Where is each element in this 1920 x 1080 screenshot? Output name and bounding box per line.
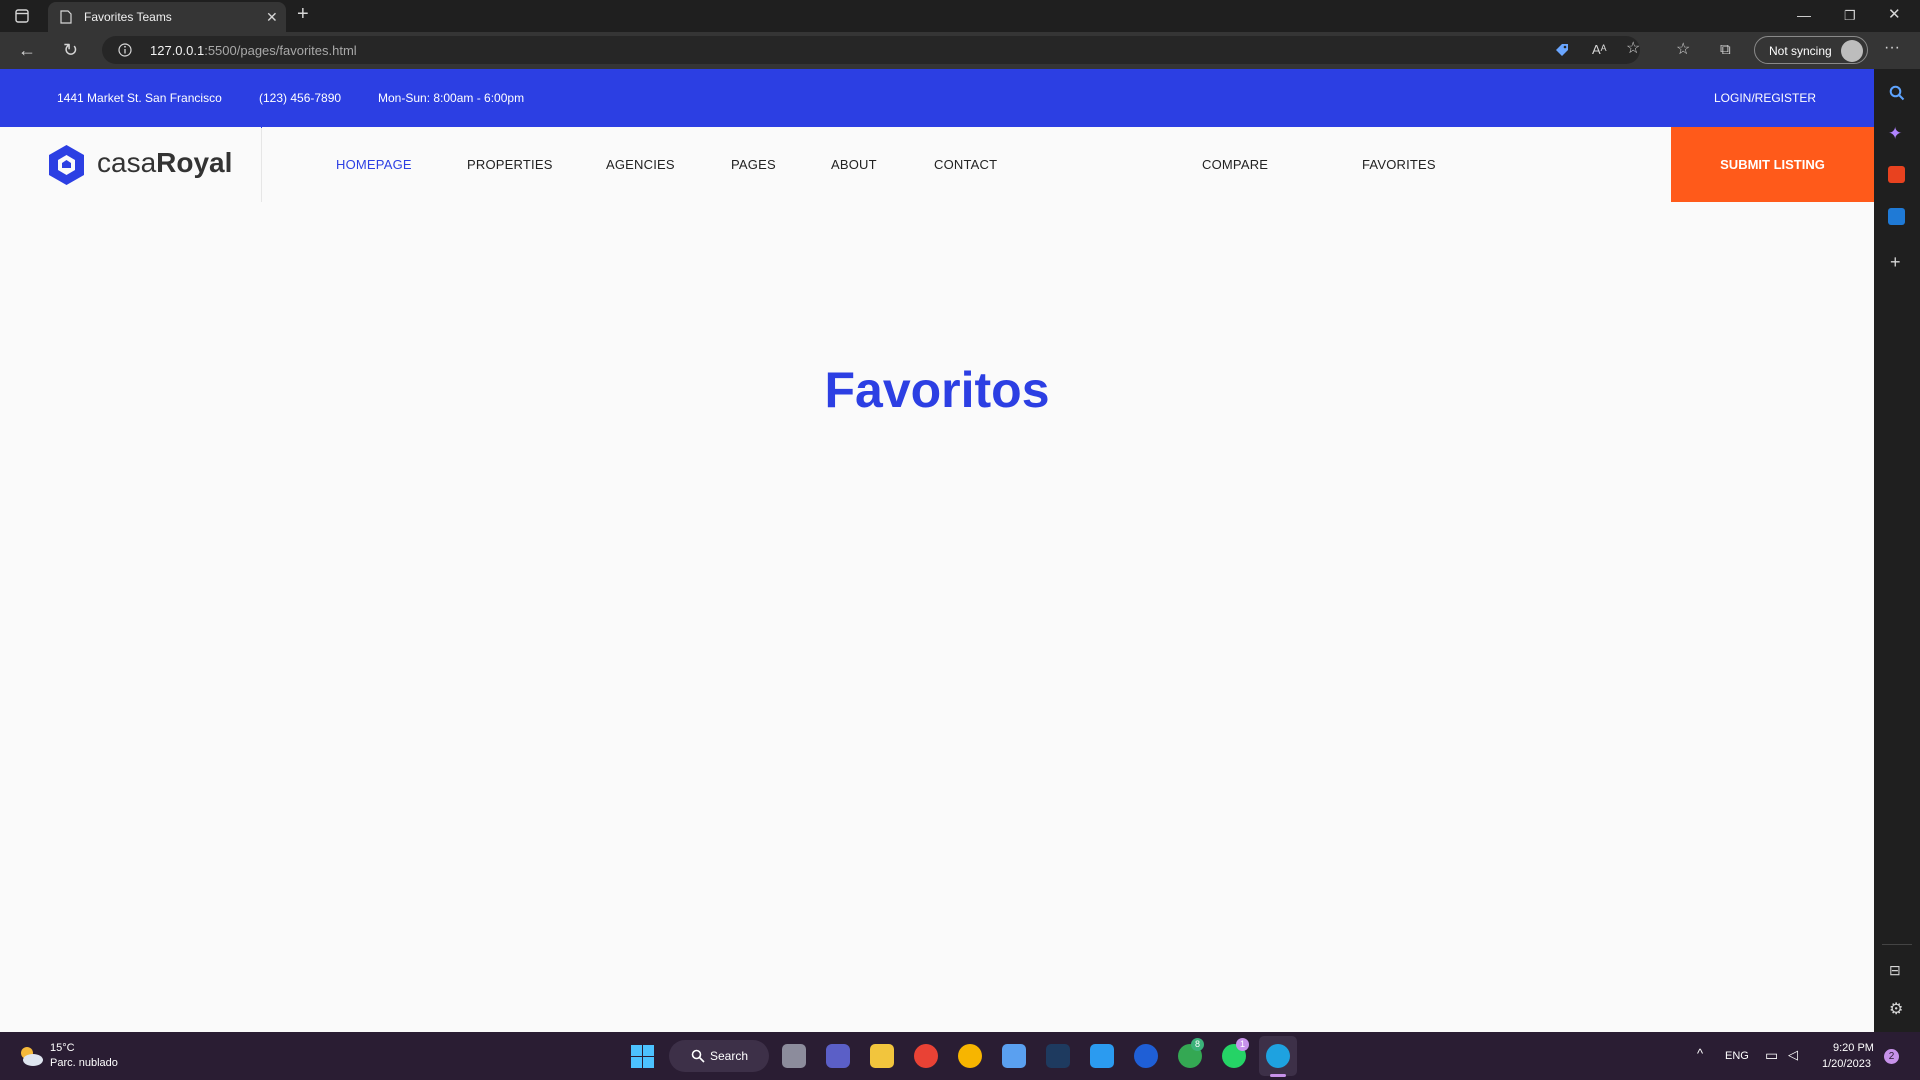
refresh-icon[interactable]: ↻ <box>63 41 78 59</box>
nav-active-marker <box>261 123 262 128</box>
clock-date[interactable]: 1/20/2023 <box>1822 1058 1871 1070</box>
site-topbar: 1441 Market St. San Francisco (123) 456-… <box>0 69 1874 127</box>
office-icon[interactable] <box>1888 166 1905 183</box>
page-icon <box>60 10 72 24</box>
clock-time[interactable]: 9:20 PM <box>1833 1042 1874 1054</box>
badge-count: 1 <box>1236 1038 1249 1051</box>
search-icon <box>691 1049 705 1063</box>
site-navbar: casaRoyal HOMEPAGE PROPERTIES AGENCIES P… <box>0 123 1874 202</box>
app-circle-icon[interactable] <box>1134 1044 1158 1068</box>
badge-count: 8 <box>1191 1038 1204 1051</box>
submit-listing-button[interactable]: SUBMIT LISTING <box>1671 127 1874 202</box>
url-path: :5500/pages/favorites.html <box>204 43 357 58</box>
submit-listing-label: SUBMIT LISTING <box>1720 157 1825 172</box>
phone-text: (123) 456-7890 <box>259 91 342 105</box>
file-explorer-icon[interactable] <box>870 1044 894 1068</box>
login-register-link[interactable]: LOGIN/REGISTER <box>1714 91 1816 105</box>
avatar <box>1841 40 1863 62</box>
weather-desc[interactable]: Parc. nublado <box>50 1057 118 1069</box>
nav-contact[interactable]: CONTACT <box>934 157 997 172</box>
tab-title: Favorites Teams <box>84 10 172 24</box>
url-text: 127.0.0.1:5500/pages/favorites.html <box>150 43 357 58</box>
notification-count[interactable]: 2 <box>1884 1049 1899 1064</box>
address-text: 1441 Market St. San Francisco <box>57 91 222 105</box>
close-window-icon[interactable]: ✕ <box>1888 7 1901 23</box>
settings-gear-icon[interactable]: ⚙ <box>1889 1002 1903 1018</box>
nav-favorites[interactable]: FAVORITES <box>1362 157 1436 172</box>
profile-sync-button[interactable]: Not syncing <box>1754 36 1868 64</box>
windows-taskbar: 15°C Parc. nublado Search 8 1 ^ ENG ▭ ◁ … <box>0 1032 1920 1080</box>
browser-toolbar: ← ↻ 127.0.0.1:5500/pages/favorites.html … <box>0 32 1920 69</box>
site-info-icon[interactable] <box>118 43 132 57</box>
logo-wordmark[interactable]: casaRoyal <box>97 147 232 179</box>
back-icon[interactable]: ← <box>18 41 36 59</box>
close-tab-icon[interactable]: ✕ <box>266 9 278 25</box>
weather-temp[interactable]: 15°C <box>50 1042 75 1054</box>
nav-homepage[interactable]: HOMEPAGE <box>336 157 412 172</box>
restore-icon[interactable]: ❐ <box>1844 8 1856 24</box>
page-title: Favoritos <box>824 362 1050 418</box>
tab-actions-icon[interactable] <box>15 9 29 23</box>
vscode-icon[interactable] <box>1090 1044 1114 1068</box>
logo-bold-text: Royal <box>156 147 233 178</box>
outlook-icon[interactable] <box>1888 208 1905 225</box>
add-favorite-icon[interactable]: ☆ <box>1626 41 1640 57</box>
hexagon-app-icon[interactable] <box>1002 1044 1026 1068</box>
weather-partly-cloudy-icon[interactable] <box>18 1044 44 1068</box>
windows-start-icon[interactable] <box>631 1045 654 1068</box>
minimize-icon[interactable]: — <box>1797 7 1811 23</box>
active-indicator <box>1270 1074 1286 1077</box>
network-icon[interactable]: ▭ <box>1765 1047 1778 1064</box>
edge-icon[interactable] <box>1266 1044 1290 1068</box>
hours-text: Mon-Sun: 8:00am - 6:00pm <box>378 91 525 105</box>
code-app-icon[interactable] <box>1046 1044 1070 1068</box>
discover-icon[interactable]: ✦ <box>1888 124 1902 144</box>
nav-divider <box>261 127 262 202</box>
sidebar-divider <box>1882 944 1912 945</box>
language-indicator[interactable]: ENG <box>1725 1050 1749 1062</box>
teams-chat-icon[interactable] <box>826 1044 850 1068</box>
browser-tab-bar: Favorites Teams ✕ + — ❐ ✕ <box>0 0 1920 32</box>
taskbar-search[interactable]: Search <box>669 1040 769 1072</box>
new-tab-icon[interactable]: + <box>297 4 309 24</box>
address-bar[interactable]: 127.0.0.1:5500/pages/favorites.html Aᴬ ☆ <box>102 36 1640 64</box>
logo-light-text: casa <box>97 147 157 178</box>
nav-pages[interactable]: PAGES <box>731 157 776 172</box>
edge-sidebar: ✦ + ⊟ ⚙ <box>1874 69 1920 1032</box>
read-aloud-icon[interactable]: Aᴬ <box>1592 42 1607 58</box>
show-hidden-icons-icon[interactable]: ^ <box>1697 1046 1703 1061</box>
sync-label: Not syncing <box>1769 44 1832 58</box>
task-view-icon[interactable] <box>782 1044 806 1068</box>
hide-sidebar-icon[interactable]: ⊟ <box>1889 962 1901 978</box>
volume-icon[interactable]: ◁ <box>1788 1047 1798 1063</box>
star-app-icon[interactable] <box>958 1044 982 1068</box>
url-host: 127.0.0.1 <box>150 43 205 58</box>
nav-compare[interactable]: COMPARE <box>1202 157 1268 172</box>
more-options-icon[interactable]: ··· <box>1884 40 1900 56</box>
collections-icon[interactable]: ⧉ <box>1720 42 1731 58</box>
browser-tab[interactable]: Favorites Teams ✕ <box>48 2 286 32</box>
nav-agencies[interactable]: AGENCIES <box>606 157 675 172</box>
search-label: Search <box>710 1049 749 1063</box>
search-icon[interactable] <box>1889 85 1905 101</box>
coupon-tag-icon[interactable] <box>1554 42 1570 58</box>
chrome-icon[interactable] <box>914 1044 938 1068</box>
nav-properties[interactable]: PROPERTIES <box>467 157 553 172</box>
add-sidebar-app-icon[interactable]: + <box>1890 253 1901 271</box>
favorites-icon[interactable]: ☆ <box>1676 42 1690 58</box>
nav-about[interactable]: ABOUT <box>831 157 877 172</box>
logo-icon[interactable] <box>48 144 85 186</box>
